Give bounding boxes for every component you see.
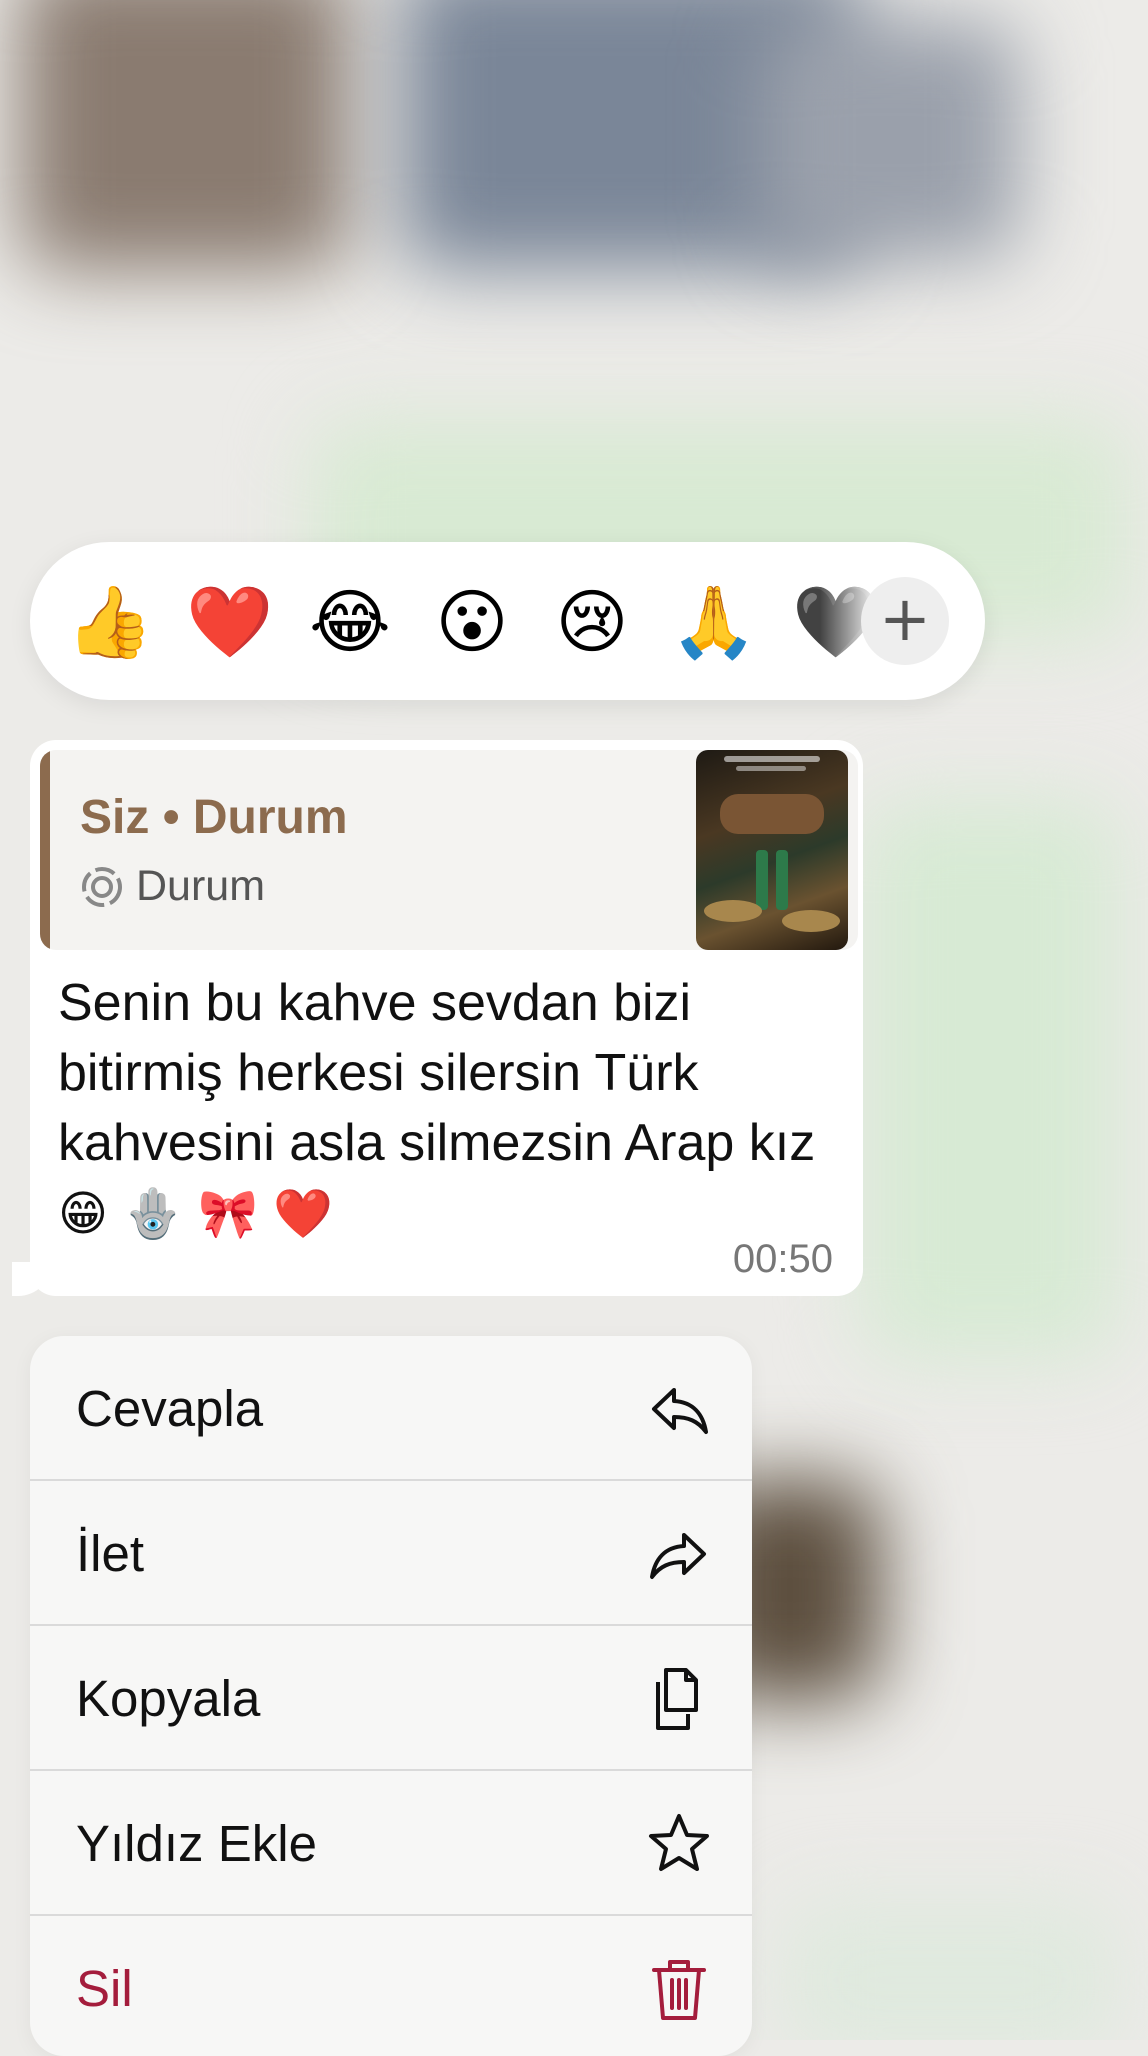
menu-item-forward[interactable]: İlet — [30, 1481, 752, 1626]
thumbnail-bottle — [756, 850, 768, 910]
thumbnail-caption-line — [724, 756, 820, 762]
forward-icon — [650, 1533, 706, 1579]
quote-subtitle: Durum — [136, 862, 266, 910]
thumbnail-plate — [704, 900, 762, 922]
menu-item-label: Yıldız Ekle — [76, 1815, 317, 1872]
message-text: Senin bu kahve sevdan bizi bitirmiş herk… — [58, 968, 848, 1249]
menu-item-label: İlet — [76, 1525, 145, 1582]
menu-item-delete[interactable]: Sil — [30, 1916, 752, 2056]
reaction-joy[interactable]: 😂 — [308, 580, 392, 664]
menu-item-label: Cevapla — [76, 1380, 264, 1437]
quote-accent-bar — [40, 750, 50, 950]
reaction-cry[interactable]: 😢 — [550, 580, 634, 664]
message-time: 00:50 — [732, 1237, 833, 1281]
quoted-status[interactable]: Siz • Durum Durum — [40, 750, 858, 950]
menu-item-label: Sil — [76, 1960, 133, 2017]
thumbnail-caption-line — [736, 766, 806, 771]
star-icon — [649, 1814, 709, 1871]
message-emojis: 😁 🪬 🎀 ❤️ — [58, 1186, 334, 1242]
reaction-thumbs-up[interactable]: 👍 — [66, 580, 153, 664]
more-reactions-button[interactable]: + — [861, 577, 949, 665]
quote-title: Siz • Durum — [80, 791, 348, 844]
menu-item-label: Kopyala — [76, 1670, 261, 1727]
thumbnail-bottle — [776, 850, 788, 910]
thumbnail-cushion — [720, 794, 824, 834]
reaction-pray[interactable]: 🙏 — [670, 580, 757, 664]
status-thumbnail — [696, 750, 848, 950]
menu-item-star[interactable]: Yıldız Ekle — [30, 1771, 752, 1916]
message-bubble[interactable]: Siz • Durum Durum Senin bu kahve sevdan … — [30, 740, 863, 1296]
thumbnail-plate — [782, 910, 840, 932]
reaction-open-mouth[interactable]: 😮 — [430, 580, 514, 664]
message-context-menu: Cevapla İlet Kopyala Yıldız Ekle Sil — [30, 1336, 752, 2056]
trash-icon — [652, 1960, 706, 2020]
menu-item-reply[interactable]: Cevapla — [30, 1336, 752, 1481]
reaction-bar: 👍 ❤️ 😂 😮 😢 🙏 🖤 + — [30, 542, 985, 700]
quote-subtitle-row: Durum — [80, 862, 265, 911]
reaction-red-heart[interactable]: ❤️ — [186, 580, 273, 664]
reply-icon — [652, 1388, 708, 1434]
copy-icon — [656, 1668, 698, 1730]
menu-item-copy[interactable]: Kopyala — [30, 1626, 752, 1771]
status-icon — [82, 866, 122, 907]
message-body: Senin bu kahve sevdan bizi bitirmiş herk… — [58, 974, 816, 1172]
